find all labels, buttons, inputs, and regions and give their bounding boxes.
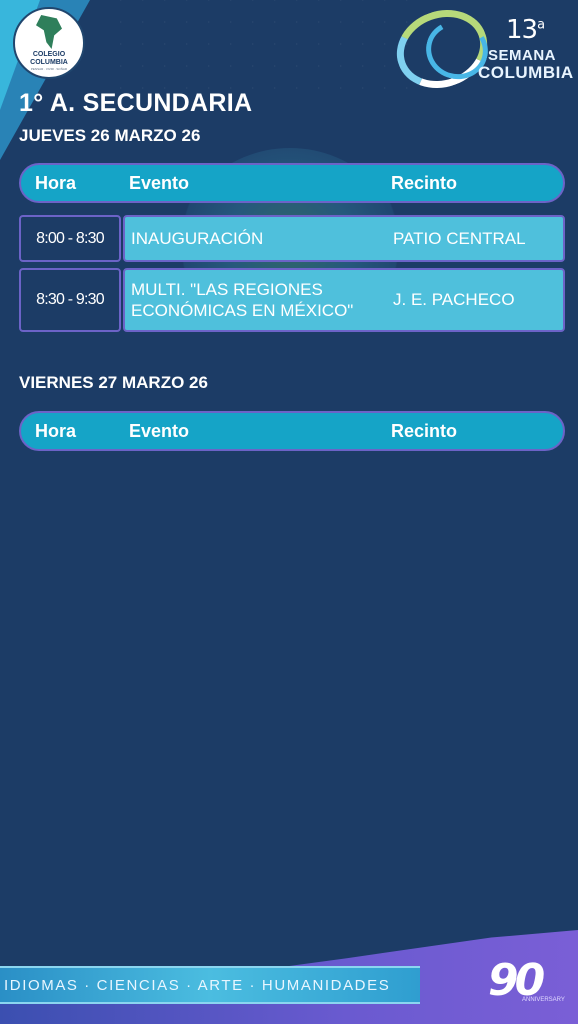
logo-text-line2: COLUMBIA: [30, 59, 68, 66]
day-title: VIERNES 27 MARZO 26: [19, 373, 208, 392]
row-event: INAUGURACIÓN: [131, 229, 264, 248]
row-venue: PATIO CENTRAL: [393, 228, 526, 248]
schedule-row[interactable]: 8:00 - 8:30 INAUGURACIÓN PATIO CENTRAL: [19, 215, 565, 262]
school-logo: COLEGIO COLUMBIA PENSAR · VIVIR · SOÑAR: [13, 7, 85, 79]
event-edition: 13a: [506, 15, 545, 45]
event-logo: 13a SEMANA COLUMBIA: [385, 0, 574, 101]
header-evento: Evento: [129, 420, 190, 441]
anniversary-logo: 90 ANNIVERSARY: [488, 955, 572, 1011]
header-hora: Hora: [35, 172, 77, 193]
row-details: INAUGURACIÓN PATIO CENTRAL: [123, 215, 565, 262]
row-event: MULTI. "LAS REGIONES ECONÓMICAS EN MÉXIC…: [131, 280, 354, 320]
map-icon: [36, 15, 62, 49]
event-word-columbia: COLUMBIA: [478, 63, 574, 82]
header-hora: Hora: [35, 420, 77, 441]
schedule-header: Hora Evento Recinto: [19, 163, 565, 203]
header-recinto: Recinto: [391, 420, 458, 441]
anniversary-label: ANNIVERSARY: [522, 997, 565, 1003]
page-title: 1° A. SECUNDARIA: [19, 89, 253, 117]
row-venue: J. E. PACHECO: [393, 290, 515, 309]
schedule-row[interactable]: 8:30 - 9:30 MULTI. "LAS REGIONES ECONÓMI…: [19, 268, 565, 332]
row-time: 8:00 - 8:30: [19, 215, 121, 262]
logo-tagline: PENSAR · VIVIR · SOÑAR: [30, 67, 68, 71]
background-pattern: [120, 0, 420, 95]
header-evento: Evento: [129, 172, 190, 193]
schedule-header: Hora Evento Recinto: [19, 411, 565, 451]
day-title: JUEVES 26 MARZO 26: [19, 126, 201, 145]
row-details: MULTI. "LAS REGIONES ECONÓMICAS EN MÉXIC…: [123, 268, 565, 332]
footer-disciplines-strip: IDIOMAS · CIENCIAS · ARTE · HUMANIDADES: [0, 966, 420, 1004]
logo-text-line1: COLEGIO: [32, 51, 66, 58]
event-word-semana: SEMANA: [488, 47, 557, 64]
header-recinto: Recinto: [391, 172, 458, 193]
row-time: 8:30 - 9:30: [19, 268, 121, 332]
